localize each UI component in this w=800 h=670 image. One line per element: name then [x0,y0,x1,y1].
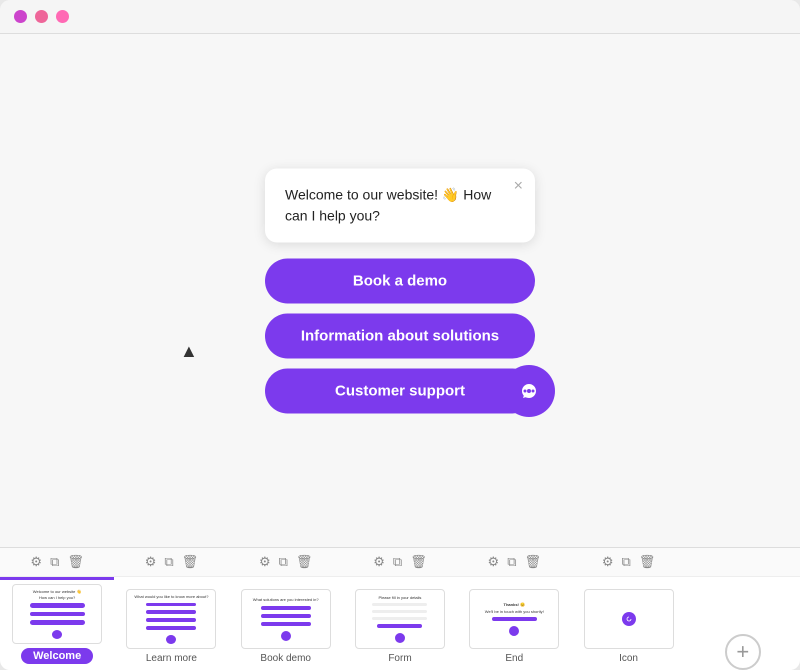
slide-item-icon[interactable]: Icon [571,582,685,670]
customer-support-button[interactable]: Customer support [265,368,535,413]
slide-tools-4: ⚙ ⧉ 🗑 [343,554,457,570]
app-window: × Welcome to our website! 👋 How can I he… [0,0,800,670]
slide-item-book-demo[interactable]: What solutions are you interested in? Bo… [229,582,343,670]
slide-label-learn-more: Learn more [146,653,197,664]
add-icon: + [725,634,761,670]
main-content: × Welcome to our website! 👋 How can I he… [0,34,800,547]
slide-label-form: Form [388,653,411,664]
add-slide-button[interactable]: + [686,634,800,670]
copy-icon-6[interactable]: ⧉ [621,554,630,570]
slide-tools-5: ⚙ ⧉ 🗑 [457,554,571,570]
title-bar [0,0,800,34]
delete-icon-2[interactable]: 🗑 [182,554,199,570]
slide-label-icon: Icon [619,653,638,664]
slide-item-welcome[interactable]: Welcome to our website 👋How can I help y… [0,577,114,670]
chat-close-button[interactable]: × [514,178,523,194]
minimize-button[interactable] [35,10,48,23]
slide-thumb-end: Thanks! 😊 We'll be in touch with you sho… [469,589,559,649]
book-demo-button[interactable]: Book a demo [265,258,535,303]
slide-thumb-learn-more: What would you like to know more about? [126,589,216,649]
settings-icon-3[interactable]: ⚙ [259,554,271,570]
slide-item-learn-more[interactable]: What would you like to know more about? … [114,582,228,670]
slides-row: Welcome to our website 👋How can I help y… [0,577,800,670]
chat-bubble: × Welcome to our website! 👋 How can I he… [265,168,535,242]
chat-avatar-icon [514,376,544,406]
settings-icon-1[interactable]: ⚙ [30,554,42,570]
copy-icon-1[interactable]: ⧉ [50,554,59,570]
copy-icon-4[interactable]: ⧉ [393,554,402,570]
slide-tools-6: ⚙ ⧉ 🗑 [571,554,685,570]
info-solutions-button[interactable]: Information about solutions [265,313,535,358]
slide-label-welcome: Welcome [21,648,93,664]
slide-tools-1: ⚙ ⧉ 🗑 [0,554,114,570]
copy-icon-3[interactable]: ⧉ [279,554,288,570]
settings-icon-2[interactable]: ⚙ [145,554,157,570]
settings-icon-5[interactable]: ⚙ [488,554,500,570]
slide-item-form[interactable]: Please fill in your details Form [343,582,457,670]
settings-icon-6[interactable]: ⚙ [602,554,614,570]
slide-tools-7 [686,554,800,570]
delete-icon-6[interactable]: 🗑 [639,554,656,570]
bottom-panel: ⚙ ⧉ 🗑 ⚙ ⧉ 🗑 ⚙ ⧉ 🗑 ⚙ ⧉ 🗑 ⚙ ⧉ [0,547,800,670]
slide-thumb-welcome: Welcome to our website 👋How can I help y… [12,584,102,644]
chat-welcome-text: Welcome to our website! 👋 How can I help… [285,186,491,223]
cursor: ▲ [180,341,198,362]
chat-widget: × Welcome to our website! 👋 How can I he… [265,168,535,413]
slide-label-end: End [505,653,523,664]
settings-icon-4[interactable]: ⚙ [373,554,385,570]
delete-icon-4[interactable]: 🗑 [410,554,427,570]
slide-thumb-icon [584,589,674,649]
delete-icon-1[interactable]: 🗑 [67,554,84,570]
slide-tools-2: ⚙ ⧉ 🗑 [114,554,228,570]
slide-tools-3: ⚙ ⧉ 🗑 [229,554,343,570]
chat-buttons: Book a demo Information about solutions … [265,258,535,413]
maximize-button[interactable] [56,10,69,23]
close-button[interactable] [14,10,27,23]
copy-icon-2[interactable]: ⧉ [164,554,173,570]
delete-icon-3[interactable]: 🗑 [296,554,313,570]
slide-label-book-demo: Book demo [260,653,311,664]
delete-icon-5[interactable]: 🗑 [524,554,541,570]
slides-toolbar: ⚙ ⧉ 🗑 ⚙ ⧉ 🗑 ⚙ ⧉ 🗑 ⚙ ⧉ 🗑 ⚙ ⧉ [0,548,800,577]
slide-thumb-book-demo: What solutions are you interested in? [241,589,331,649]
slide-thumb-form: Please fill in your details [355,589,445,649]
chat-avatar[interactable] [503,365,555,417]
copy-icon-5[interactable]: ⧉ [507,554,516,570]
slide-item-end[interactable]: Thanks! 😊 We'll be in touch with you sho… [457,582,571,670]
